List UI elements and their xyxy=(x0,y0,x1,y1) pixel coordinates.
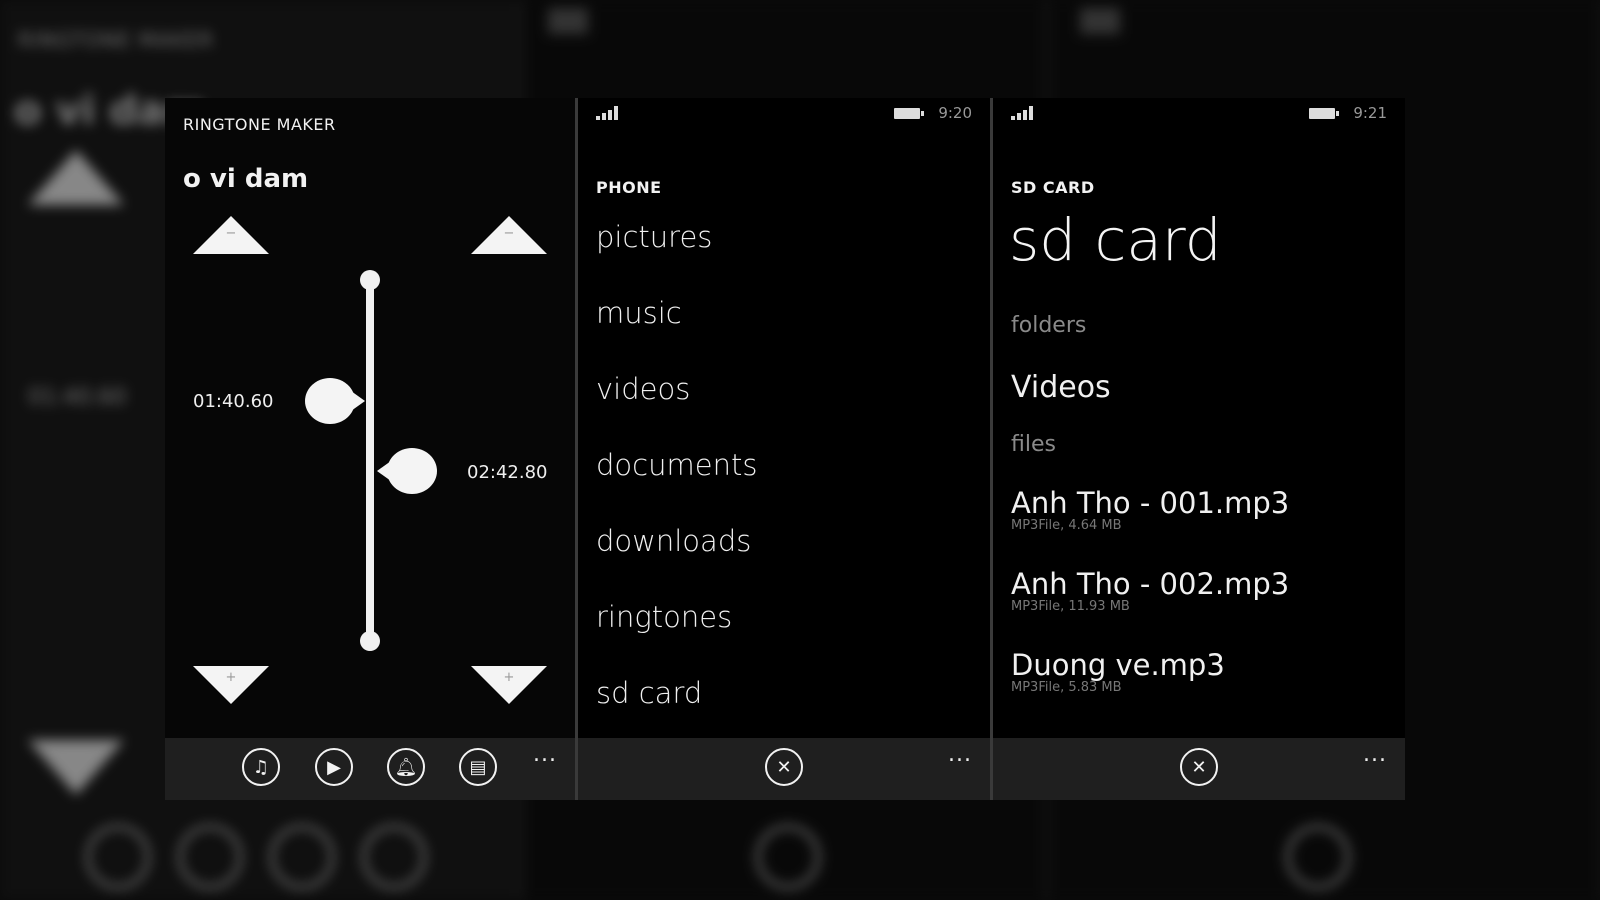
start-decrease-button[interactable]: + xyxy=(193,666,269,704)
app-bar: ✕ ... xyxy=(578,738,990,800)
file-item[interactable]: Anh Tho - 002.mp3 MP3File, 11.93 MB xyxy=(1011,567,1289,614)
end-decrease-button[interactable]: + xyxy=(471,666,547,704)
slider-top-cap xyxy=(360,270,380,290)
location-list: pictures music videos documents download… xyxy=(596,212,757,744)
signal-icon xyxy=(1011,106,1039,120)
list-item-music[interactable]: music xyxy=(596,288,757,364)
minus-icon: − xyxy=(503,226,515,241)
status-bar: 9:20 xyxy=(578,98,990,128)
bg-circle-icon xyxy=(178,825,242,889)
status-bar: 9:21 xyxy=(993,98,1405,128)
app-bar: ✕ ... xyxy=(993,738,1405,800)
play-icon[interactable]: ▶ xyxy=(315,748,353,786)
signal-icon xyxy=(596,106,624,120)
close-icon[interactable]: ✕ xyxy=(765,748,803,786)
battery-icon xyxy=(1309,108,1339,119)
close-icon[interactable]: ✕ xyxy=(1180,748,1218,786)
sd-card-screen: 9:21 SD CARD sd card folders Videos file… xyxy=(993,98,1405,800)
phone-browser-screen: 9:20 PHONE pictures music videos documen… xyxy=(578,98,990,800)
bg-signal-icon xyxy=(1080,8,1120,34)
list-item-videos[interactable]: videos xyxy=(596,364,757,440)
file-meta: MP3File, 5.83 MB xyxy=(1011,680,1122,695)
start-time: 01:40.60 xyxy=(193,391,274,412)
bg-circle-icon xyxy=(362,825,426,889)
files-label: files xyxy=(1011,432,1056,457)
bg-time: 01:40.60 xyxy=(28,385,127,410)
start-increase-button[interactable]: − xyxy=(193,216,269,254)
list-item-ringtones[interactable]: ringtones xyxy=(596,592,757,668)
file-item[interactable]: Duong ve.mp3 MP3File, 5.83 MB xyxy=(1011,648,1225,695)
page-subtitle: SD CARD xyxy=(1011,178,1095,197)
bg-up-arrow-icon xyxy=(28,150,124,205)
end-handle[interactable] xyxy=(377,448,437,494)
bell-icon[interactable]: 🔔︎ xyxy=(387,748,425,786)
save-icon[interactable]: ▤ xyxy=(459,748,497,786)
app-bar: ♫ ▶ 🔔︎ ▤ ... xyxy=(165,738,575,800)
file-name: Duong ve.mp3 xyxy=(1011,648,1225,682)
page-title: PHONE xyxy=(596,178,662,197)
page-title: sd card xyxy=(1009,206,1222,274)
status-time: 9:21 xyxy=(1353,104,1387,122)
battery-icon xyxy=(894,108,924,119)
file-meta: MP3File, 4.64 MB xyxy=(1011,518,1122,533)
music-note-icon[interactable]: ♫ xyxy=(242,748,280,786)
folder-item-videos[interactable]: Videos xyxy=(1011,370,1111,405)
file-item[interactable]: Anh Tho - 001.mp3 MP3File, 4.64 MB xyxy=(1011,486,1289,533)
list-item-sd-card[interactable]: sd card xyxy=(596,668,757,744)
end-time: 02:42.80 xyxy=(467,462,548,483)
plus-icon: + xyxy=(503,670,515,685)
slider-bottom-cap xyxy=(360,631,380,651)
bg-down-arrow-icon xyxy=(28,740,124,795)
plus-icon: + xyxy=(225,670,237,685)
end-increase-button[interactable]: − xyxy=(471,216,547,254)
bg-signal-icon xyxy=(548,8,588,34)
more-button[interactable]: ... xyxy=(948,742,972,767)
song-title: o vi dam xyxy=(183,164,309,194)
bg-circle-icon xyxy=(86,825,150,889)
bg-circle-icon xyxy=(270,825,334,889)
file-meta: MP3File, 11.93 MB xyxy=(1011,599,1130,614)
minus-icon: − xyxy=(225,226,237,241)
ringtone-maker-screen: RINGTONE MAKER o vi dam − − 01:40.60 02:… xyxy=(165,98,575,800)
bg-app-title: RINGTONE MAKER xyxy=(18,28,215,52)
file-name: Anh Tho - 001.mp3 xyxy=(1011,486,1290,520)
bg-circle-icon xyxy=(1286,825,1350,889)
app-title: RINGTONE MAKER xyxy=(183,115,336,134)
more-button[interactable]: ... xyxy=(1363,742,1387,767)
list-item-pictures[interactable]: pictures xyxy=(596,212,757,288)
list-item-downloads[interactable]: downloads xyxy=(596,516,757,592)
status-time: 9:20 xyxy=(938,104,972,122)
bg-circle-icon xyxy=(756,825,820,889)
start-handle[interactable] xyxy=(305,378,365,424)
list-item-documents[interactable]: documents xyxy=(596,440,757,516)
folders-label: folders xyxy=(1011,313,1087,338)
trim-slider-track[interactable] xyxy=(366,278,374,642)
file-name: Anh Tho - 002.mp3 xyxy=(1011,567,1290,601)
more-button[interactable]: ... xyxy=(533,742,557,767)
